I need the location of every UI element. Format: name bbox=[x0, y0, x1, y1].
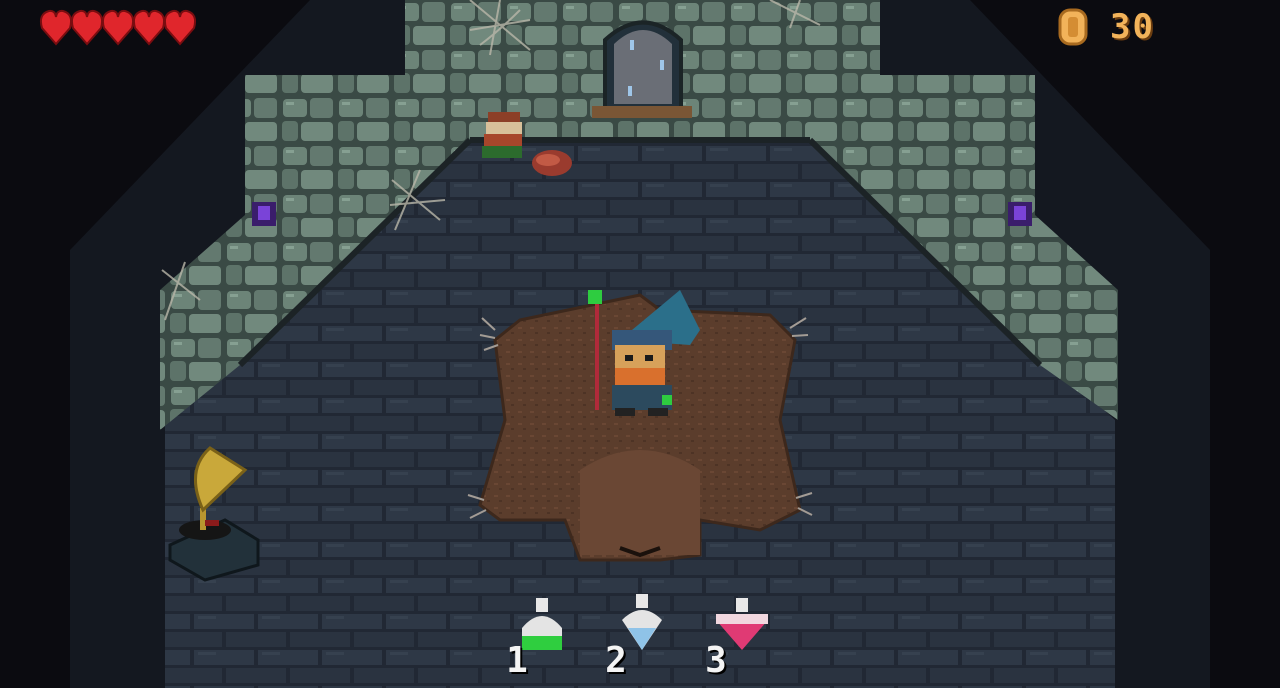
arched-window bbox=[592, 20, 692, 118]
heart-icon bbox=[101, 9, 135, 46]
game-viewport[interactable]: 30 1 2 3 bbox=[0, 0, 1280, 688]
health-hearts bbox=[39, 9, 197, 46]
gold-coin-icon bbox=[1058, 8, 1088, 46]
raw-meat bbox=[532, 150, 572, 176]
book-stack bbox=[482, 112, 522, 158]
heart-icon bbox=[132, 9, 166, 46]
slot-1-key: 1 bbox=[506, 640, 528, 681]
slot-2-key: 2 bbox=[605, 640, 627, 681]
dungeon-room bbox=[0, 0, 1280, 688]
slot-3-key: 3 bbox=[705, 640, 727, 681]
heart-icon bbox=[163, 9, 197, 46]
heart-icon bbox=[70, 9, 104, 46]
coin-count: 30 bbox=[1110, 7, 1155, 47]
heart-icon bbox=[39, 9, 73, 46]
coin-counter: 30 bbox=[1054, 7, 1155, 47]
